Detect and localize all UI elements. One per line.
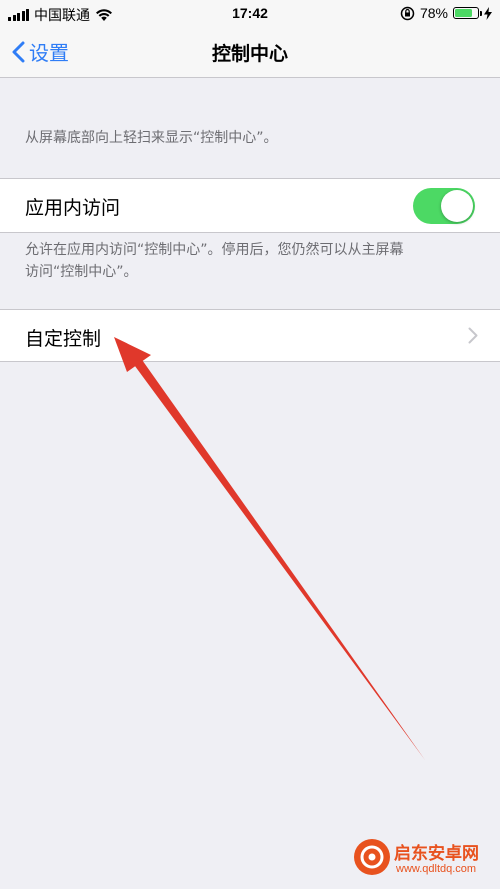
watermark-url: www.qdltdq.com [396, 863, 477, 875]
watermark-name: 启东安卓网 [394, 844, 479, 864]
navigation-bar: 设置 控制中心 [0, 28, 500, 78]
customize-controls-label: 自定控制 [25, 328, 102, 350]
watermark: 启东安卓网 www.qdltdq.com [354, 833, 492, 883]
orientation-lock-icon [400, 6, 415, 20]
access-hint-line-2: 访问“控制中心”。 [25, 264, 138, 280]
access-within-apps-label: 应用内访问 [25, 197, 121, 219]
battery-level [455, 9, 472, 17]
status-right: 78% [400, 5, 492, 21]
battery-percent: 78% [419, 5, 448, 21]
customize-controls-row[interactable]: 自定控制 [0, 309, 500, 362]
access-within-apps-row: 应用内访问 [0, 178, 500, 233]
toggle-knob [441, 190, 473, 222]
charging-icon [484, 6, 492, 20]
intro-hint: 从屏幕底部向上轻扫来显示“控制中心”。 [25, 130, 278, 146]
page-title: 控制中心 [211, 43, 288, 65]
battery-icon [453, 7, 482, 19]
access-hint-line-1: 允许在应用内访问“控制中心”。停用后，您仍然可以从主屏幕 [25, 242, 404, 258]
watermark-logo-icon [354, 839, 390, 875]
status-bar: 中国联通 17:42 78% [0, 0, 500, 28]
access-within-apps-toggle[interactable] [413, 188, 475, 224]
chevron-right-icon [468, 327, 478, 344]
